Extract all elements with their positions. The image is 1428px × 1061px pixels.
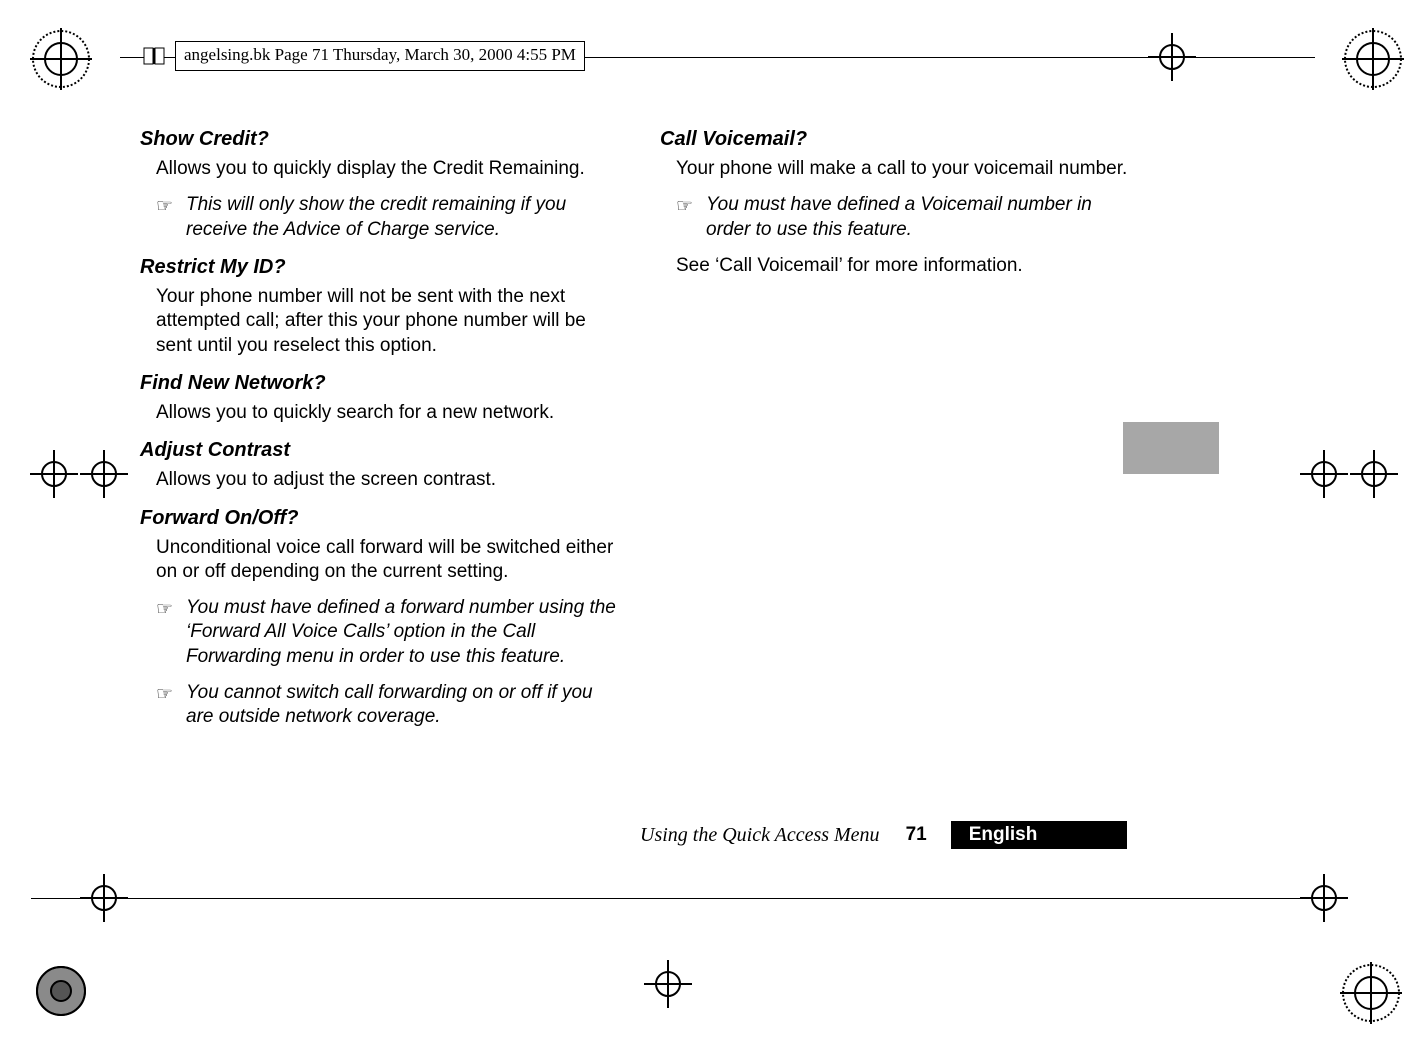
heading-find-network: Find New Network? [140, 372, 620, 395]
heading-show-credit: Show Credit? [140, 128, 620, 151]
body-find-network: Allows you to quickly search for a new n… [140, 401, 620, 425]
note-text: You cannot switch call forwarding on or … [186, 682, 593, 727]
section-adjust-contrast: Adjust Contrast Allows you to adjust the… [140, 439, 620, 492]
page-number: 71 [906, 824, 927, 846]
crop-register-right2 [1300, 450, 1348, 498]
right-column: Call Voicemail? Your phone will make a c… [660, 128, 1140, 744]
crop-register-left2 [80, 450, 128, 498]
crop-register-right [1350, 450, 1398, 498]
body-show-credit: Allows you to quickly display the Credit… [140, 157, 620, 181]
note-call-voicemail: ☞ You must have defined a Voicemail numb… [676, 193, 1140, 242]
crop-register-left [30, 450, 78, 498]
heading-restrict-id: Restrict My ID? [140, 256, 620, 279]
heading-call-voicemail: Call Voicemail? [660, 128, 1140, 151]
section-restrict-id: Restrict My ID? Your phone number will n… [140, 256, 620, 358]
section-forward: Forward On/Off? Unconditional voice call… [140, 507, 620, 730]
section-call-voicemail: Call Voicemail? Your phone will make a c… [660, 128, 1140, 278]
page-footer: Using the Quick Access Menu 71 English [640, 821, 1127, 849]
see-call-voicemail: See ‘Call Voicemail’ for more informatio… [660, 254, 1140, 278]
crop-mark-top-right [1342, 28, 1404, 90]
document-header: angelsing.bk Page 71 Thursday, March 30,… [143, 41, 585, 71]
note-forward-1: ☞ You must have defined a forward number… [156, 596, 620, 669]
language-tab: English [951, 821, 1128, 849]
crop-line-bottom [31, 898, 1311, 899]
crop-mark-bottom-right [1340, 962, 1402, 1024]
body-adjust-contrast: Allows you to adjust the screen contrast… [140, 468, 620, 492]
note-text: This will only show the credit remaining… [186, 194, 566, 239]
header-book-icon [143, 45, 165, 67]
left-column: Show Credit? Allows you to quickly displ… [140, 128, 620, 744]
note-forward-2: ☞ You cannot switch call forwarding on o… [156, 681, 620, 730]
crop-mark-bottom-left [32, 962, 90, 1020]
crop-register-bottomcenter [644, 960, 692, 1008]
section-find-network: Find New Network? Allows you to quickly … [140, 372, 620, 425]
hand-icon: ☞ [156, 683, 173, 707]
hand-icon: ☞ [676, 195, 693, 219]
note-show-credit: ☞ This will only show the credit remaini… [156, 193, 620, 242]
heading-adjust-contrast: Adjust Contrast [140, 439, 620, 462]
crop-mark-top-left [30, 28, 92, 90]
note-text: You must have defined a Voicemail number… [706, 194, 1092, 239]
header-file-info: angelsing.bk Page 71 Thursday, March 30,… [175, 41, 585, 71]
running-title: Using the Quick Access Menu [640, 824, 880, 847]
note-text: You must have defined a forward number u… [186, 597, 616, 667]
hand-icon: ☞ [156, 195, 173, 219]
page-content: Show Credit? Allows you to quickly displ… [140, 128, 1140, 744]
body-forward: Unconditional voice call forward will be… [140, 536, 620, 585]
body-restrict-id: Your phone number will not be sent with … [140, 285, 620, 358]
heading-forward: Forward On/Off? [140, 507, 620, 530]
body-call-voicemail: Your phone will make a call to your voic… [660, 157, 1140, 181]
section-show-credit: Show Credit? Allows you to quickly displ… [140, 128, 620, 242]
hand-icon: ☞ [156, 598, 173, 622]
